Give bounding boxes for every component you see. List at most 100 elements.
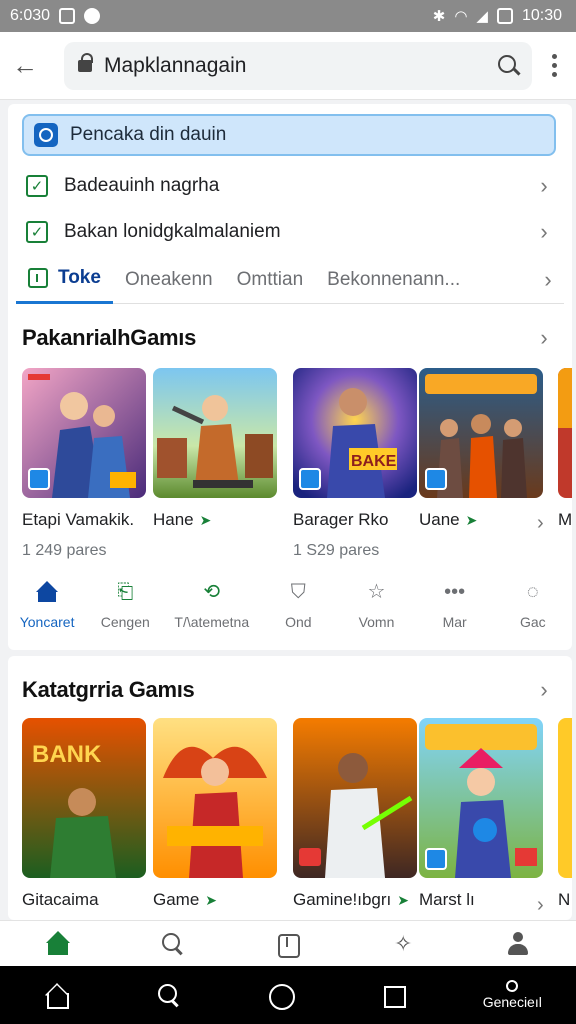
chevron-right-icon[interactable]: ›: [537, 512, 544, 535]
bluetooth-icon: ✱: [432, 8, 446, 25]
tab-toke[interactable]: Toke: [16, 256, 113, 304]
arrow-icon: ➤: [465, 511, 478, 528]
checkbox-icon[interactable]: ✓: [26, 175, 48, 197]
tab-bekonnenann[interactable]: Bekonnenann...: [315, 256, 472, 304]
promo-text: Pencaka din dauin: [70, 124, 227, 145]
overflow-menu-icon[interactable]: [544, 54, 564, 77]
tab-label: Toke: [58, 267, 101, 288]
tab-label: Oneakenn: [124, 268, 213, 290]
checkbox-icon[interactable]: ✓: [26, 221, 48, 243]
game-title: Marst l⁠ı: [419, 890, 475, 909]
arrow-icon: ➤: [397, 891, 409, 908]
game-tile[interactable]: Etapi Vamakik. 1 249 pares: [22, 368, 146, 560]
game-thumbnail: [153, 718, 277, 878]
status-time: 6:030: [10, 7, 51, 24]
game-carousel: Etapi Vamakik. 1 249 pares Hane ➤ BAKE Ba…: [22, 368, 572, 568]
arrow-icon: ➤: [199, 511, 212, 528]
tab-bar: Toke Oneakenn Omttian Bekonnenann... ›: [16, 256, 564, 304]
system-assistant-button[interactable]: Genecieıl: [483, 980, 542, 1010]
shield-icon: ⛉: [290, 581, 306, 603]
app-logo-icon: [28, 468, 50, 490]
arrow-icon: ➤: [205, 891, 218, 908]
bookmark-icon: ⎗: [117, 581, 134, 603]
more-icon: •••: [444, 581, 466, 603]
account-icon[interactable]: [498, 924, 538, 964]
lock-icon: [78, 52, 93, 74]
game-thumbnail: [558, 368, 572, 498]
system-circle-icon[interactable]: [258, 973, 302, 1017]
app-logo-icon: [425, 848, 447, 870]
game-title: Gamine!ıbgrı ➤: [293, 890, 409, 909]
game-title: Gitacaima: [22, 890, 99, 909]
game-tile[interactable]: Gamine!ıbgrı ➤: [293, 718, 417, 918]
game-tile[interactable]: Hane ➤: [153, 368, 277, 542]
game-title: Game ➤: [153, 890, 218, 909]
game-thumbnail: [558, 718, 572, 878]
category-ond[interactable]: ⛉ Ond: [269, 580, 327, 630]
tab-icon: [28, 268, 48, 288]
system-navigation-bar: Genecieıl: [0, 966, 576, 1024]
section-header[interactable]: PakanrialhGamıs ›: [22, 318, 556, 358]
category-atemetna[interactable]: ⟲ T/\atemetna: [174, 580, 249, 630]
games-icon[interactable]: ✧: [383, 924, 423, 964]
back-arrow-icon[interactable]: ←: [12, 50, 52, 81]
game-thumbnail: [22, 368, 146, 498]
assistant-dot-icon: [506, 980, 519, 992]
tab-omttian[interactable]: Omttian: [225, 256, 316, 304]
star-icon: ☆: [367, 581, 386, 603]
system-assistant-label: Genecieıl: [482, 994, 542, 1010]
category-label: Cengen: [100, 614, 150, 630]
game-tile[interactable]: Game ➤: [153, 718, 277, 918]
tab-label: Omttian: [236, 268, 304, 290]
system-search-icon[interactable]: [146, 973, 190, 1017]
chevron-right-icon: ›: [540, 325, 548, 350]
address-bar[interactable]: Mapklannagain: [64, 41, 532, 90]
game-title: M: [558, 510, 572, 529]
category-yoncaret[interactable]: Yoncaret: [18, 580, 76, 630]
chat-icon: ◌: [526, 581, 539, 603]
category-label: Yoncaret: [19, 614, 75, 630]
search-icon[interactable]: [498, 54, 520, 77]
game-tile[interactable]: Marst l⁠ı: [419, 718, 543, 918]
play-notification-icon: [84, 8, 101, 24]
bottom-navigation: ✧: [0, 920, 576, 966]
checklist-item[interactable]: ✓ Badeauinh nagrha ›: [22, 164, 556, 208]
category-vomn[interactable]: ☆ Vomn: [347, 580, 405, 630]
library-icon[interactable]: [268, 924, 308, 964]
home-icon[interactable]: [38, 924, 78, 964]
checklist-item[interactable]: ✓ Bakan lonidgkalmalaniem ›: [22, 210, 556, 254]
category-mar[interactable]: ••• Mar: [426, 580, 484, 630]
search-icon[interactable]: [153, 924, 193, 964]
section-title: PakanrialhGamıs: [22, 325, 197, 350]
section-title: Katatgrria Gamıs: [22, 677, 195, 702]
game-tile[interactable]: Uane ➤: [419, 368, 543, 542]
url-text: Mapklannagain: [104, 53, 247, 77]
tab-label: Bekonnenann...: [327, 268, 461, 290]
game-thumbnail: BAKE: [293, 368, 417, 498]
section-header[interactable]: Katatgrria Gamıs ›: [22, 670, 556, 710]
status-bar: 6:030 ✱ ◠ ◢ 10:30: [0, 0, 576, 32]
system-home-icon[interactable]: [34, 973, 78, 1017]
chevron-right-icon[interactable]: ›: [537, 894, 544, 917]
category-bar: Yoncaret ⎗ Cengen ⟲ T/\atemetna ⛉ Ond ☆ Vomn…: [8, 572, 572, 638]
tabs-scroll-chevron-icon[interactable]: ›: [536, 267, 560, 293]
system-recents-icon[interactable]: [371, 973, 415, 1017]
promo-icon: [34, 123, 58, 147]
game-title: Uane ➤: [419, 510, 478, 529]
tab-oneakenn[interactable]: Oneakenn: [113, 256, 225, 304]
game-title: Hane ➤: [153, 510, 212, 529]
game-tile[interactable]: N: [558, 718, 572, 918]
game-tile[interactable]: M: [558, 368, 572, 530]
game-tile[interactable]: BAKE Barager Rko 1 S29 pares: [293, 368, 417, 560]
app-logo-icon: [425, 468, 447, 490]
game-carousel: BANK Gitacaima Game ➤ Gamine!ıbgrı ➤ Marst…: [22, 718, 572, 918]
svg-text:BAKE: BAKE: [351, 453, 397, 470]
game-thumbnail: [153, 368, 277, 498]
chevron-right-icon: ›: [540, 677, 548, 702]
game-tile[interactable]: BANK Gitacaima: [22, 718, 146, 918]
category-gac[interactable]: ◌ Gac: [504, 580, 562, 630]
status-clock: 10:30: [521, 7, 562, 24]
category-cengen[interactable]: ⎗ Cengen: [96, 580, 154, 630]
promo-banner[interactable]: Pencaka din dauin: [22, 114, 556, 156]
game-title: Barager Rko: [293, 510, 389, 529]
